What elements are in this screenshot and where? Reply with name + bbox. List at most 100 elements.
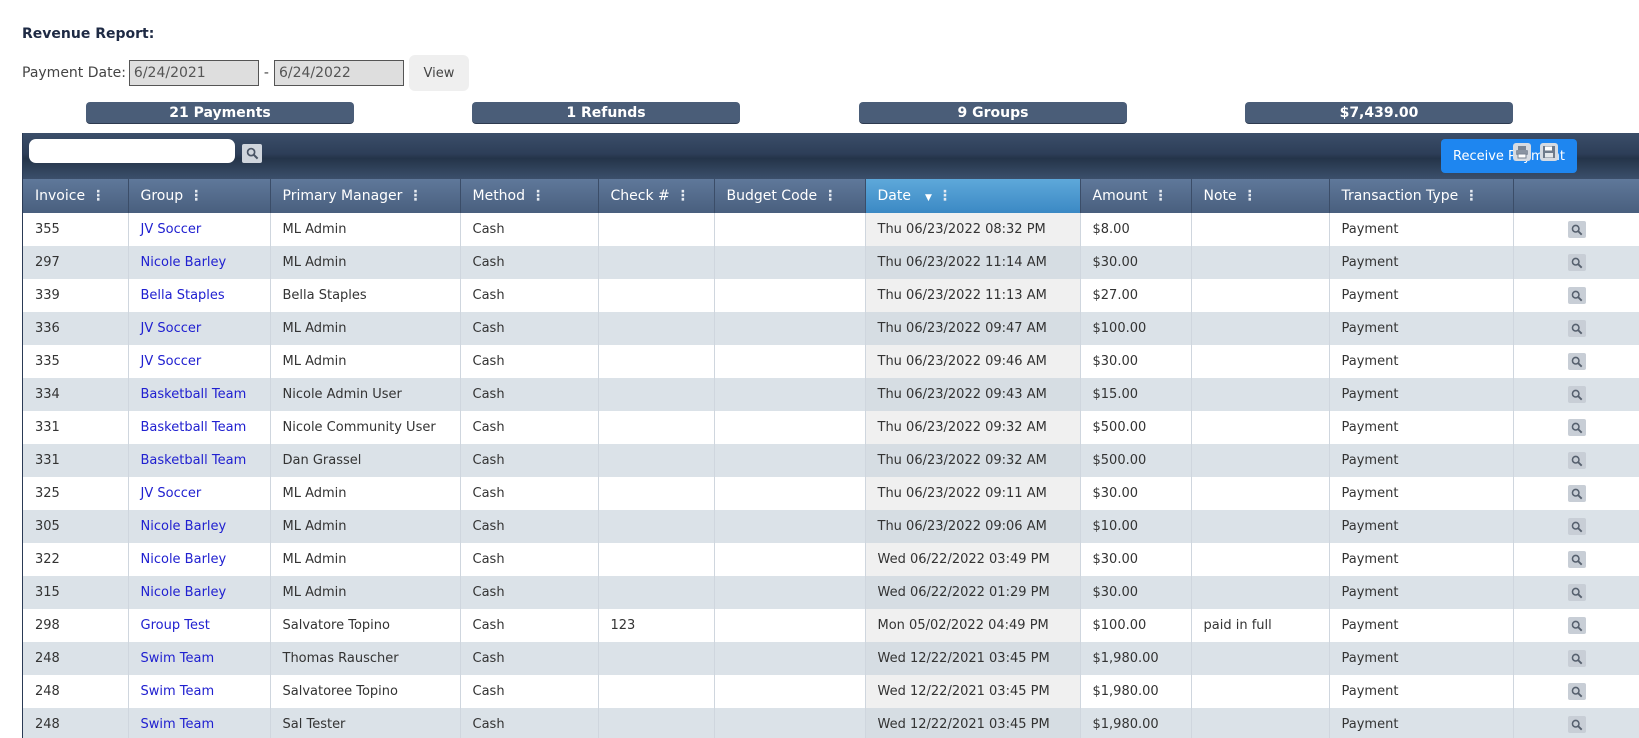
primary-manager-cell: ML Admin: [270, 510, 461, 543]
group-link[interactable]: Swim Team: [128, 642, 271, 675]
vertical-dots-icon[interactable]: ⋮: [531, 188, 545, 204]
table-row[interactable]: 248 Swim Team Thomas Rauscher Cash Wed 12/22…: [23, 642, 1639, 675]
table-row[interactable]: 305 Nicole Barley ML Admin Cash Thu 06/23/20…: [23, 510, 1639, 543]
magnifier-icon[interactable]: [1567, 419, 1586, 436]
magnifier-icon[interactable]: [1567, 287, 1586, 304]
group-link[interactable]: Bella Staples: [128, 279, 271, 312]
col-header-primary-manager[interactable]: Primary Manager ⋮: [270, 179, 461, 213]
col-header-invoice[interactable]: Invoice ⋮: [23, 179, 129, 213]
note-cell: [1191, 312, 1330, 345]
table-row[interactable]: 325 JV Soccer ML Admin Cash Thu 06/23/2022 0…: [23, 477, 1639, 510]
magnifier-icon[interactable]: [1567, 716, 1586, 733]
magnifier-icon[interactable]: [1567, 650, 1586, 667]
check-cell: [598, 510, 715, 543]
method-cell: Cash: [460, 543, 599, 576]
primary-manager-cell: ML Admin: [270, 213, 461, 246]
group-link[interactable]: JV Soccer: [128, 477, 271, 510]
printer-icon[interactable]: [1513, 143, 1531, 161]
vertical-dots-icon[interactable]: ⋮: [1464, 188, 1478, 204]
budget-code-cell: [714, 444, 866, 477]
table-row[interactable]: 322 Nicole Barley ML Admin Cash Wed 06/22/20…: [23, 543, 1639, 576]
table-row[interactable]: 355 JV Soccer ML Admin Cash Thu 06/23/2022 0…: [23, 213, 1639, 246]
vertical-dots-icon[interactable]: ⋮: [676, 188, 690, 204]
table-row[interactable]: 297 Nicole Barley ML Admin Cash Thu 06/23/20…: [23, 246, 1639, 279]
table-row[interactable]: 248 Swim Team Sal Tester Cash Wed 12/22/2021…: [23, 708, 1639, 738]
col-header-amount[interactable]: Amount ⋮: [1080, 179, 1192, 213]
date-cell: Thu 06/23/2022 09:11 AM: [865, 477, 1081, 510]
vertical-dots-icon[interactable]: ⋮: [408, 188, 422, 204]
search-input[interactable]: [29, 139, 235, 163]
vertical-dots-icon[interactable]: ⋮: [91, 188, 105, 204]
table-row[interactable]: 339 Bella Staples Bella Staples Cash Thu 06/…: [23, 279, 1639, 312]
group-link[interactable]: Basketball Team: [128, 411, 271, 444]
table-row[interactable]: 331 Basketball Team Nicole Community User C…: [23, 411, 1639, 444]
amount-cell: $15.00: [1080, 378, 1192, 411]
start-date-input[interactable]: [128, 60, 259, 86]
col-header-actions: [1513, 179, 1639, 213]
date-cell: Wed 06/22/2022 03:49 PM: [865, 543, 1081, 576]
method-cell: Cash: [460, 246, 599, 279]
group-link[interactable]: JV Soccer: [128, 345, 271, 378]
revenue-table: Invoice ⋮ Group ⋮ Primary Manager ⋮ Method ⋮…: [23, 179, 1639, 738]
vertical-dots-icon[interactable]: ⋮: [1154, 188, 1168, 204]
col-header-check[interactable]: Check # ⋮: [598, 179, 715, 213]
group-link[interactable]: Basketball Team: [128, 444, 271, 477]
col-header-note[interactable]: Note ⋮: [1191, 179, 1330, 213]
group-link[interactable]: Nicole Barley: [128, 246, 271, 279]
check-cell: [598, 675, 715, 708]
col-header-group[interactable]: Group ⋮: [128, 179, 271, 213]
revenue-grid: Receive Payment Invoice ⋮ Group ⋮ Primary …: [22, 133, 1639, 738]
magnifier-icon[interactable]: [1567, 320, 1586, 337]
col-header-transaction-type[interactable]: Transaction Type ⋮: [1329, 179, 1514, 213]
col-header-date[interactable]: Date ▼ ⋮: [865, 179, 1081, 213]
magnifier-icon[interactable]: [1567, 452, 1586, 469]
table-row[interactable]: 336 JV Soccer ML Admin Cash Thu 06/23/2022 0…: [23, 312, 1639, 345]
budget-code-cell: [714, 312, 866, 345]
primary-manager-cell: ML Admin: [270, 576, 461, 609]
group-link[interactable]: Basketball Team: [128, 378, 271, 411]
group-link[interactable]: Nicole Barley: [128, 543, 271, 576]
table-row[interactable]: 334 Basketball Team Nicole Admin User Cash T…: [23, 378, 1639, 411]
table-row[interactable]: 331 Basketball Team Dan Grassel Cash Thu 06/…: [23, 444, 1639, 477]
invoice-cell: 298: [23, 609, 129, 642]
col-header-budget-code[interactable]: Budget Code ⋮: [714, 179, 866, 213]
group-link[interactable]: JV Soccer: [128, 312, 271, 345]
vertical-dots-icon[interactable]: ⋮: [189, 188, 203, 204]
magnifier-icon[interactable]: [1567, 353, 1586, 370]
primary-manager-cell: Salvatore Topino: [270, 609, 461, 642]
note-cell: [1191, 576, 1330, 609]
table-row[interactable]: 315 Nicole Barley ML Admin Cash Wed 06/22/20…: [23, 576, 1639, 609]
magnifier-icon[interactable]: [1567, 221, 1586, 238]
floppy-disk-icon[interactable]: [1540, 143, 1558, 161]
vertical-dots-icon[interactable]: ⋮: [1243, 188, 1257, 204]
table-row[interactable]: 335 JV Soccer ML Admin Cash Thu 06/23/2022 0…: [23, 345, 1639, 378]
transaction-type-cell: Payment: [1329, 708, 1514, 738]
group-link[interactable]: Swim Team: [128, 708, 271, 738]
method-cell: Cash: [460, 378, 599, 411]
magnifier-icon[interactable]: [1567, 254, 1586, 271]
magnifier-icon[interactable]: [1567, 485, 1586, 502]
table-row[interactable]: 248 Swim Team Salvatoree Topino Cash Wed 12/…: [23, 675, 1639, 708]
table-row[interactable]: 298 Group Test Salvatore Topino Cash 123 Mon …: [23, 609, 1639, 642]
magnifier-icon[interactable]: [1567, 386, 1586, 403]
magnifier-icon[interactable]: [1567, 551, 1586, 568]
magnifier-icon[interactable]: [1567, 683, 1586, 700]
magnifier-icon[interactable]: [1567, 518, 1586, 535]
check-cell: [598, 279, 715, 312]
view-button[interactable]: View: [408, 55, 469, 91]
end-date-input[interactable]: [273, 60, 404, 86]
group-link[interactable]: Nicole Barley: [128, 510, 271, 543]
budget-code-cell: [714, 378, 866, 411]
vertical-dots-icon[interactable]: ⋮: [938, 188, 952, 204]
amount-cell: $10.00: [1080, 510, 1192, 543]
group-link[interactable]: Nicole Barley: [128, 576, 271, 609]
group-link[interactable]: JV Soccer: [128, 213, 271, 246]
group-link[interactable]: Swim Team: [128, 675, 271, 708]
amount-cell: $1,980.00: [1080, 708, 1192, 738]
group-link[interactable]: Group Test: [128, 609, 271, 642]
magnifier-icon[interactable]: [1567, 584, 1586, 601]
search-icon[interactable]: [242, 144, 262, 163]
col-header-method[interactable]: Method ⋮: [460, 179, 599, 213]
vertical-dots-icon[interactable]: ⋮: [823, 188, 837, 204]
magnifier-icon[interactable]: [1567, 617, 1586, 634]
